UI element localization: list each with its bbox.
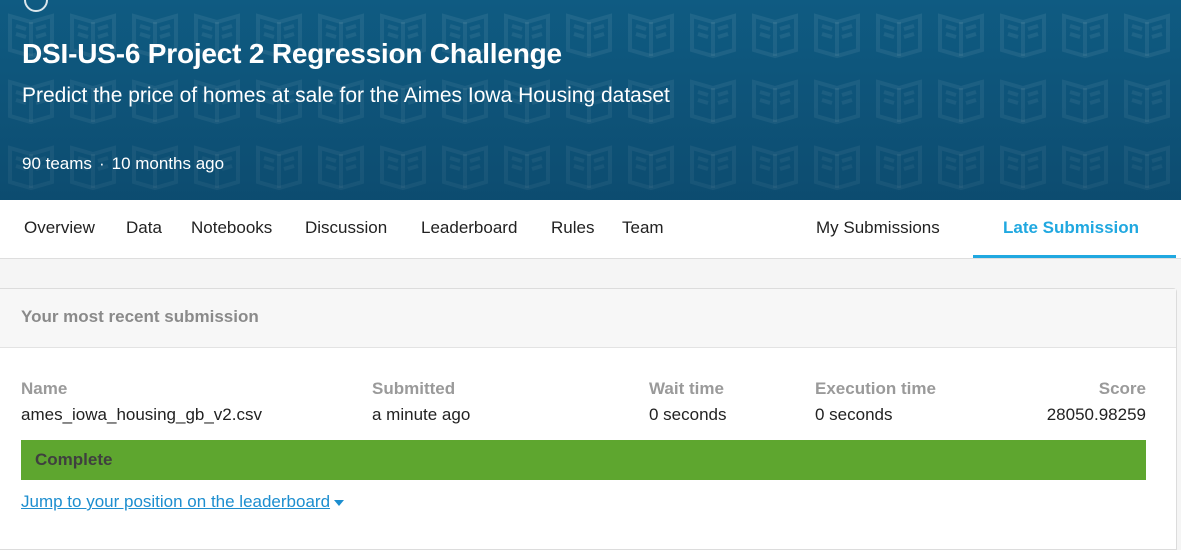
teams-count[interactable]: 90 teams (22, 154, 92, 173)
tab-late-submission[interactable]: Late Submission (1003, 200, 1139, 256)
jump-to-leaderboard-link[interactable]: Jump to your position on the leaderboard (21, 492, 345, 512)
active-tab-indicator (973, 255, 1176, 258)
column-label-submitted: Submitted (372, 379, 456, 398)
status-badge: Complete (35, 450, 113, 469)
column-label-execution-time: Execution time (815, 379, 936, 398)
column-label-name: Name (21, 379, 68, 398)
submission-submitted: a minute ago (372, 405, 471, 424)
competition-title: DSI-US-6 Project 2 Regression Challenge (22, 38, 562, 69)
recent-submission-card: Your most recent submission Name Submitt… (0, 288, 1177, 550)
competition-subtitle: Predict the price of homes at sale for t… (22, 84, 670, 107)
status-bar: Complete (21, 440, 1146, 480)
tab-team[interactable]: Team (622, 200, 664, 256)
card-header: Your most recent submission (0, 289, 1176, 348)
submission-file-name: ames_iowa_housing_gb_v2.csv (21, 405, 262, 424)
tab-overview[interactable]: Overview (24, 200, 95, 256)
column-label-score: Score (1098, 379, 1146, 398)
caret-down-icon[interactable] (334, 499, 345, 506)
column-label-wait-time: Wait time (649, 379, 724, 398)
competition-tabs: Overview Data Notebooks Discussion Leade… (0, 200, 1181, 259)
meta-separator: · (98, 154, 105, 173)
submission-score: 28050.98259 (1046, 405, 1146, 424)
tab-discussion[interactable]: Discussion (305, 200, 387, 256)
jump-link-label[interactable]: Jump to your position on the leaderboard (21, 492, 330, 511)
competition-meta: 90 teams · 10 months ago (22, 154, 224, 174)
tab-notebooks[interactable]: Notebooks (191, 200, 272, 256)
submission-execution-time: 0 seconds (815, 405, 893, 424)
card-title: Your most recent submission (21, 307, 259, 326)
submission-wait-time: 0 seconds (649, 405, 727, 424)
tab-my-submissions[interactable]: My Submissions (816, 200, 940, 256)
competition-age: 10 months ago (111, 154, 225, 173)
tab-data[interactable]: Data (126, 200, 162, 256)
competition-header: DSI-US-6 Project 2 Regression Challenge … (0, 0, 1181, 200)
tab-leaderboard[interactable]: Leaderboard (421, 200, 517, 256)
tab-rules[interactable]: Rules (551, 200, 594, 256)
